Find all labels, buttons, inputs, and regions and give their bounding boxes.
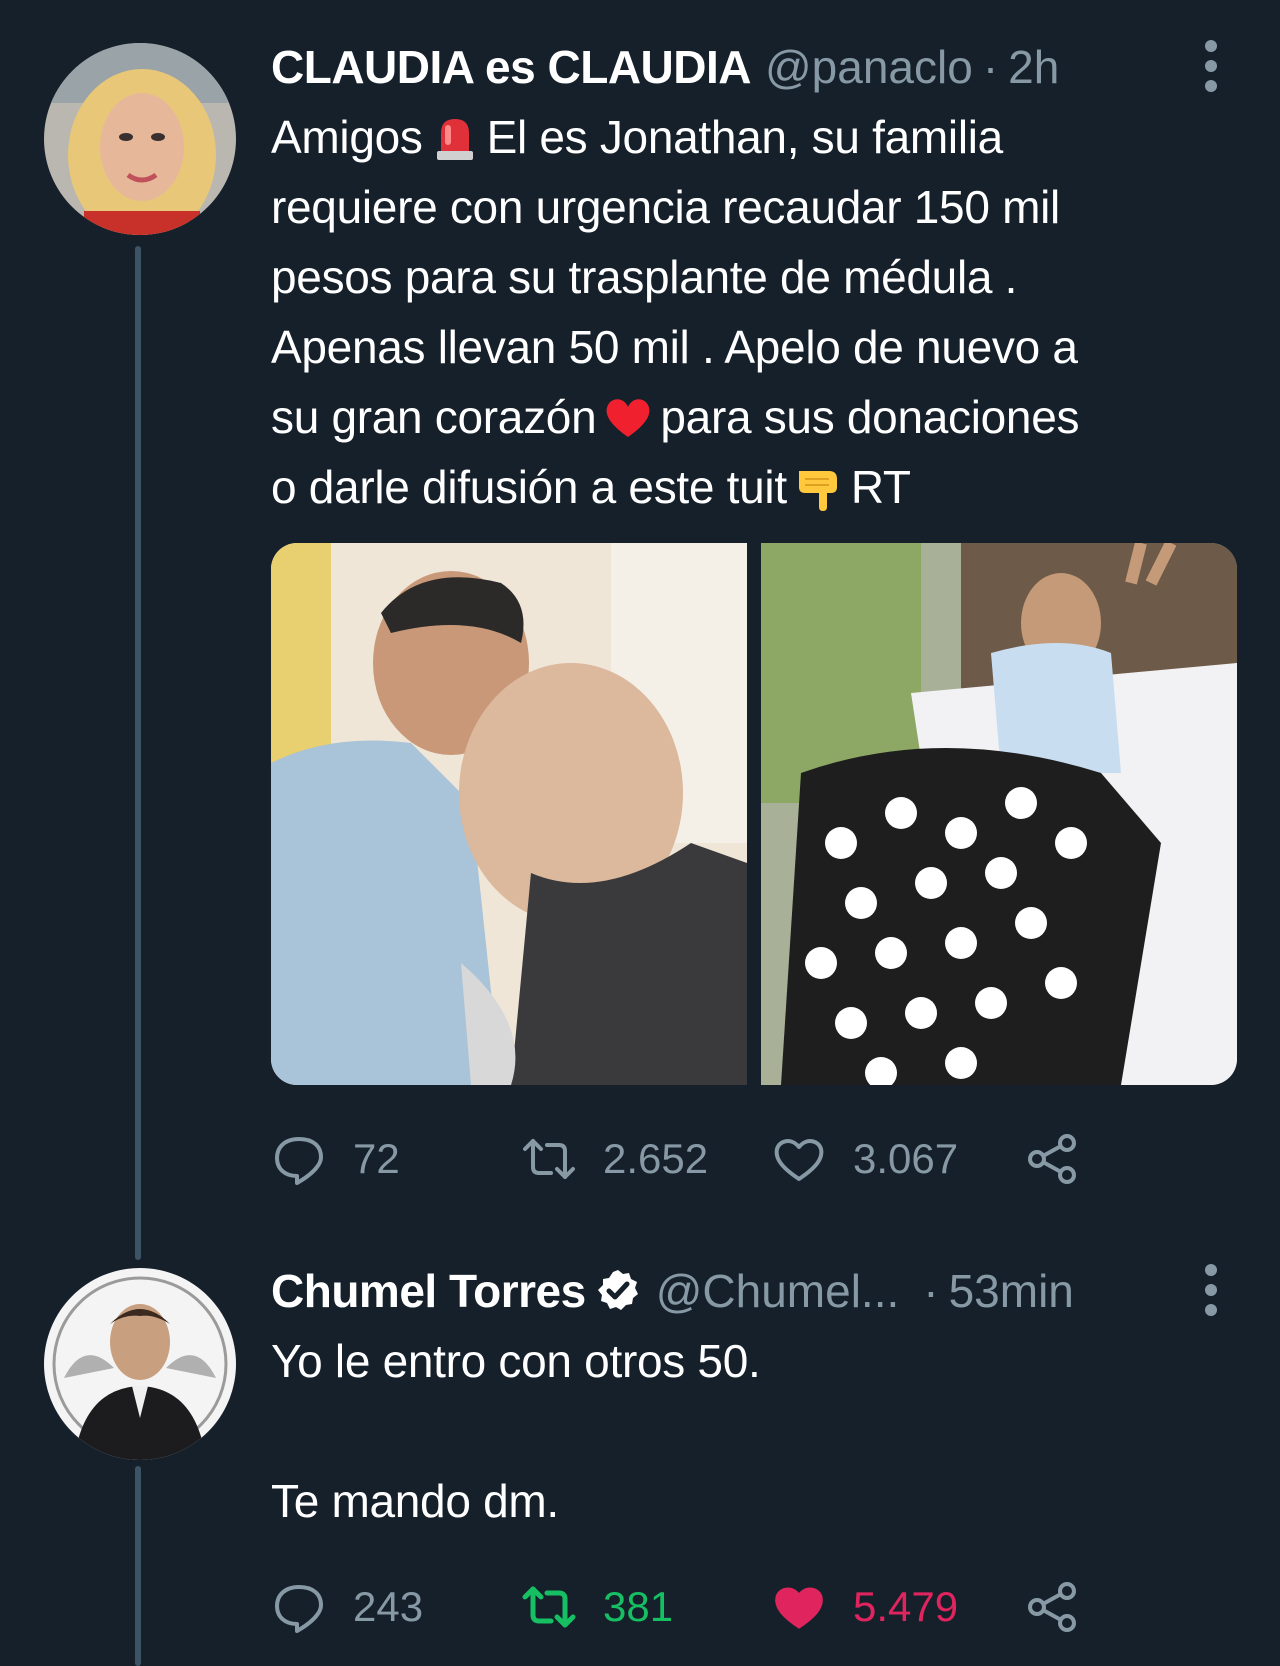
tweet-text: Yo le entro con otros 50. Te mando dm. xyxy=(271,1335,761,1527)
red-heart-icon xyxy=(606,399,650,437)
verified-badge-icon xyxy=(597,1270,638,1310)
tweet-photo[interactable] xyxy=(271,543,747,1085)
author-name[interactable]: Chumel Torres xyxy=(271,1264,586,1318)
tweet-photo[interactable] xyxy=(761,543,1237,1085)
avatar[interactable] xyxy=(44,43,236,235)
backhand-pointing-down-icon xyxy=(798,470,837,511)
share-icon xyxy=(1028,1582,1076,1632)
author-handle[interactable]: @panaclo xyxy=(765,40,973,94)
tweet-timestamp[interactable]: 53min xyxy=(949,1264,1074,1318)
heart-icon xyxy=(775,1587,823,1629)
share-button[interactable] xyxy=(1025,1574,1081,1640)
reply-count: 72 xyxy=(353,1135,400,1182)
like-count: 5.479 xyxy=(853,1583,959,1630)
thread-connector-line xyxy=(135,1466,141,1666)
tweet-actions: 72 2.652 3.067 xyxy=(271,1126,1111,1192)
reply-icon xyxy=(275,1585,323,1633)
photo-image xyxy=(271,543,747,1085)
heart-icon xyxy=(774,1139,824,1181)
retweet-icon xyxy=(523,1139,575,1179)
author-handle[interactable]: @Chumel... xyxy=(656,1264,900,1318)
retweet-icon xyxy=(522,1586,576,1628)
retweet-button[interactable]: 381 xyxy=(521,1574,673,1640)
reply-button[interactable]: 243 xyxy=(271,1574,423,1640)
share-icon xyxy=(1028,1134,1076,1184)
tweet-text-part: Amigos xyxy=(271,111,423,163)
retweet-count: 381 xyxy=(603,1583,674,1630)
tweet-text: Amigos El es Jonathan, su familia requier… xyxy=(271,102,1251,522)
like-button[interactable]: 3.067 xyxy=(771,1126,958,1192)
author-name[interactable]: CLAUDIA es CLAUDIA xyxy=(271,40,751,94)
reply-count: 243 xyxy=(353,1583,424,1630)
tweet-timestamp[interactable]: 2h xyxy=(1008,40,1059,94)
avatar[interactable] xyxy=(44,1268,236,1460)
like-button[interactable]: 5.479 xyxy=(771,1574,958,1640)
retweet-count: 2.652 xyxy=(603,1135,709,1182)
tweet-thread: CLAUDIA es CLAUDIA @panaclo · 2h Amigos E… xyxy=(0,0,1280,1666)
thread-connector-line xyxy=(135,246,141,1260)
avatar-photo-icon xyxy=(44,43,236,235)
photo-image xyxy=(761,543,1237,1085)
reply-icon xyxy=(275,1137,323,1185)
like-count: 3.067 xyxy=(853,1135,959,1182)
separator-dot: · xyxy=(982,41,999,93)
share-button[interactable] xyxy=(1025,1126,1081,1192)
separator-dot: · xyxy=(923,1265,939,1317)
tweet-header: CLAUDIA es CLAUDIA @panaclo · 2h xyxy=(271,32,1059,102)
more-options-icon[interactable] xyxy=(1196,1262,1226,1318)
tweet-header: Chumel Torres @Chumel... · 53min xyxy=(271,1256,1074,1326)
tweet-actions: 243 381 5.479 xyxy=(271,1574,1111,1640)
more-options-icon[interactable] xyxy=(1196,38,1226,94)
siren-icon xyxy=(436,118,473,160)
reply-button[interactable]: 72 xyxy=(271,1126,400,1192)
tweet-media-gallery[interactable] xyxy=(271,543,1237,1085)
tweet-text-part: RT xyxy=(850,461,911,513)
avatar-photo-icon xyxy=(44,1268,236,1460)
retweet-button[interactable]: 2.652 xyxy=(521,1126,708,1192)
